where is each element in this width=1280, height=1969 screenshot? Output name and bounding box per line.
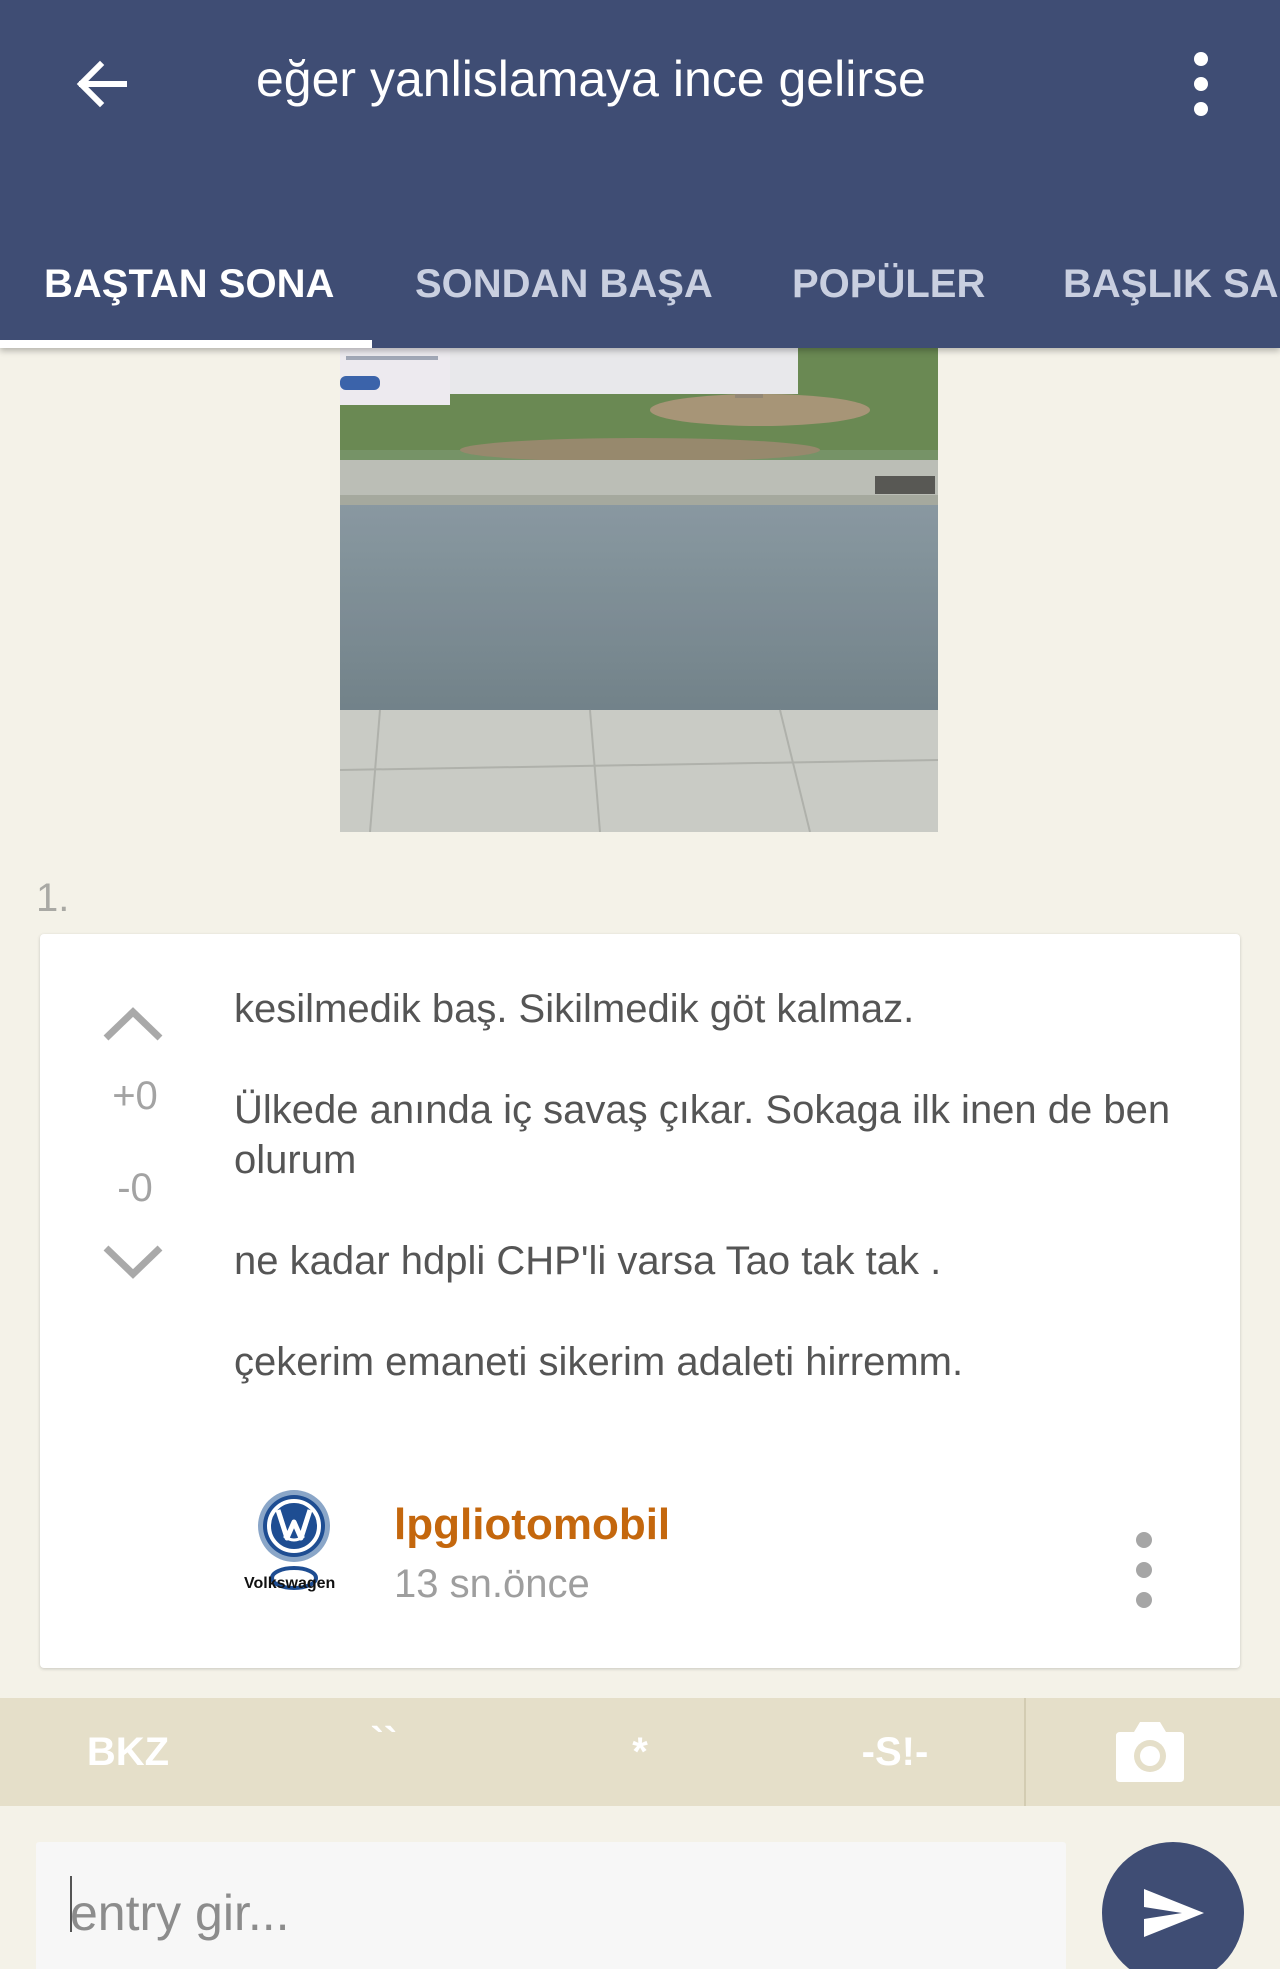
backtick-button[interactable]: `` xyxy=(304,1698,464,1806)
tab-bastan-sona[interactable]: BAŞTAN SONA xyxy=(44,220,334,348)
avatar-text: Volkswagen xyxy=(244,1575,335,1592)
overflow-menu-button[interactable] xyxy=(1176,44,1226,124)
author-avatar[interactable]: Volkswagen xyxy=(240,1486,352,1598)
entry-number: 1. xyxy=(36,876,70,920)
text-caret xyxy=(70,1876,72,1932)
entry-paragraph: Ülkede anında iç savaş çıkar. Sokaga ilk… xyxy=(234,1088,1171,1182)
bkz-button[interactable]: BKZ xyxy=(48,1698,208,1806)
camera-icon[interactable] xyxy=(1112,1716,1188,1786)
entry-content: kesilmedik baş. Sikilmedik göt kalmaz. Ü… xyxy=(234,984,1174,1438)
entry-paragraph: ne kadar hdpli CHP'li varsa Tao tak tak … xyxy=(234,1239,942,1283)
downvote-chevron-icon[interactable] xyxy=(98,1232,168,1292)
tab-populer[interactable]: POPÜLER xyxy=(792,220,985,348)
entry-more-button[interactable] xyxy=(1124,1532,1164,1608)
tab-bar: BAŞTAN SONA SONDAN BAŞA POPÜLER BAŞLIK S… xyxy=(0,220,1280,348)
more-vertical-icon xyxy=(1136,1532,1152,1548)
toolbar-divider xyxy=(1024,1698,1026,1806)
format-toolbar: BKZ `` * -S!- xyxy=(0,1698,1280,1806)
entry-time: 13 sn.önce xyxy=(394,1562,590,1606)
downvote-count: -0 xyxy=(117,1166,153,1210)
entry-input[interactable] xyxy=(36,1842,1066,1969)
author-name[interactable]: lpgliotomobil xyxy=(394,1500,670,1550)
send-button[interactable] xyxy=(1102,1842,1244,1969)
upvote-count: +0 xyxy=(112,1074,158,1118)
upvote-chevron-icon[interactable] xyxy=(98,994,168,1054)
compose-bar xyxy=(0,1806,1280,1969)
tab-sondan-basa[interactable]: SONDAN BAŞA xyxy=(415,220,713,348)
spoiler-button[interactable]: -S!- xyxy=(815,1698,975,1806)
back-button[interactable] xyxy=(62,44,142,124)
active-tab-indicator xyxy=(0,340,372,348)
more-vertical-icon xyxy=(1194,52,1208,66)
page-title: eğer yanlislamaya ince gelirse xyxy=(256,51,926,107)
entry-card: +0 -0 kesilmedik baş. Sikilmedik göt kal… xyxy=(40,934,1240,1668)
tab-baslik[interactable]: BAŞLIK SAN xyxy=(1063,220,1280,348)
app-bar: eğer yanlislamaya ince gelirse BAŞTAN SO… xyxy=(0,0,1280,348)
entry-paragraph: kesilmedik baş. Sikilmedik göt kalmaz. xyxy=(234,987,915,1031)
arrow-left-icon xyxy=(76,60,127,108)
bus-stop-photo xyxy=(340,300,938,832)
entry-image[interactable] xyxy=(340,300,938,832)
send-icon xyxy=(1144,1889,1204,1937)
entry-paragraph: çekerim emaneti sikerim adaleti hirremm. xyxy=(234,1340,964,1384)
star-button[interactable]: * xyxy=(560,1698,720,1806)
